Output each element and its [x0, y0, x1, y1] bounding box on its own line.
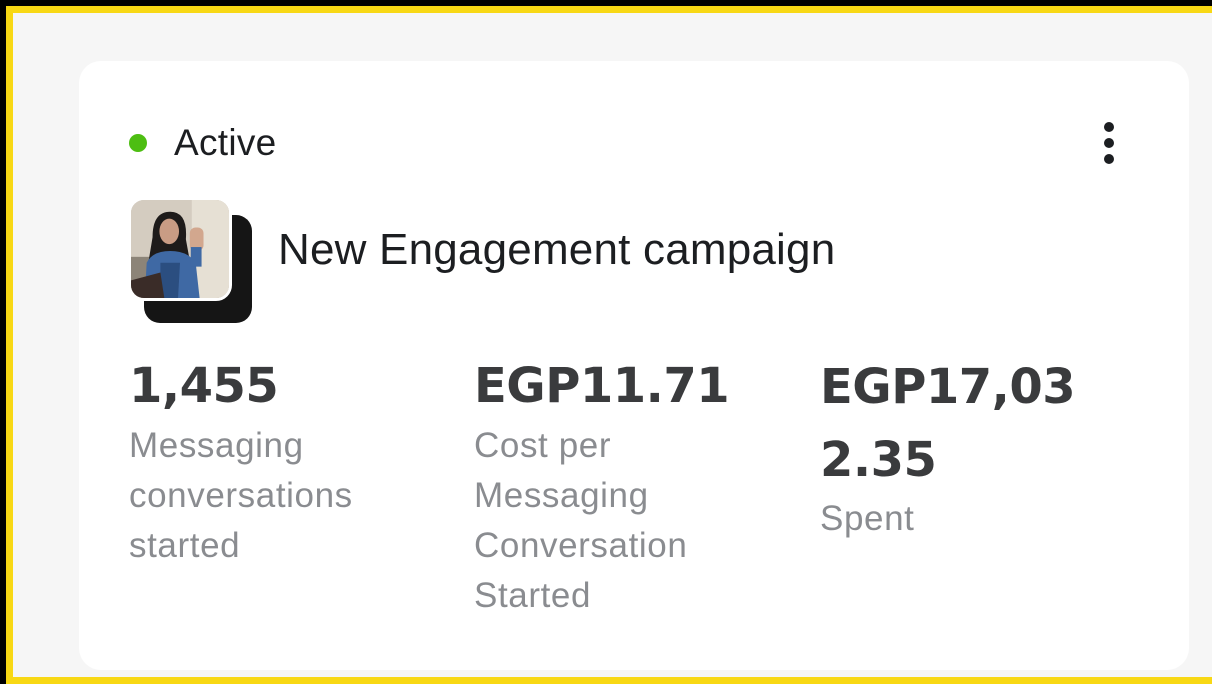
metric-value: EGP17,032.35	[820, 359, 1076, 488]
ad-creative-thumbnail-icon	[128, 197, 232, 301]
status-label: Active	[174, 122, 277, 163]
metric-label: Spent	[820, 499, 915, 538]
campaign-thumbnail[interactable]	[128, 197, 254, 325]
metric-value: EGP11.71	[474, 358, 730, 414]
campaign-card[interactable]: Active New Engagement campaign 1,455 Mes…	[79, 61, 1189, 670]
screenshot-frame: Active New Engagement campaign 1,455 Mes…	[6, 6, 1212, 684]
status-dot-icon	[129, 134, 147, 152]
thumbnail-image	[131, 200, 229, 298]
metric-label: Messaging conversations started	[129, 426, 353, 565]
metric-value: 1,455	[129, 358, 279, 414]
more-options-icon[interactable]	[1095, 119, 1123, 167]
status-indicator: Active	[129, 121, 277, 165]
kebab-dot	[1104, 154, 1114, 164]
metric-label: Cost per Messaging Conversation Started	[474, 426, 688, 615]
metric-cost-per-conversation: EGP11.71 Cost per Messaging Conversation…	[474, 351, 764, 621]
kebab-dot	[1104, 138, 1114, 148]
metric-conversations: 1,455 Messaging conversations started	[129, 351, 419, 571]
campaign-name[interactable]: New Engagement campaign	[278, 225, 835, 275]
kebab-dot	[1104, 122, 1114, 132]
metric-amount-spent: EGP17,032.35 Spent	[820, 351, 1120, 544]
